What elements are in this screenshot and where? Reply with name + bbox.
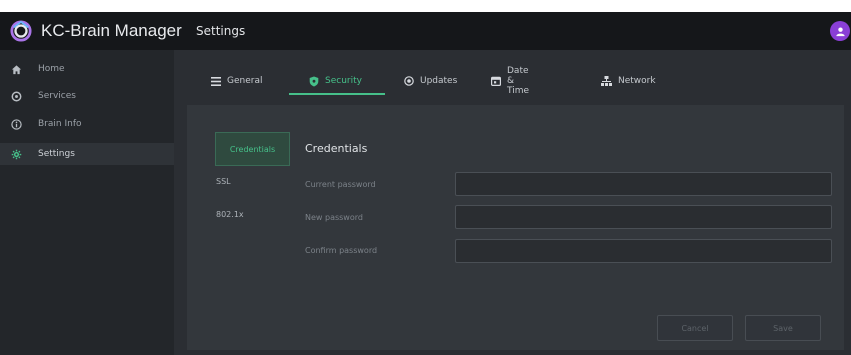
- sidebar-item-settings[interactable]: Settings: [0, 143, 174, 165]
- new-password-input[interactable]: [455, 205, 832, 229]
- save-button[interactable]: Save: [745, 315, 821, 341]
- current-password-label: Current password: [305, 180, 376, 189]
- tab-label: General: [227, 76, 263, 86]
- tab-updates[interactable]: Updates: [404, 66, 457, 96]
- sidebar-item-label: Services: [38, 91, 76, 101]
- settings-icon: [10, 148, 22, 160]
- tab-network[interactable]: Network: [601, 66, 656, 96]
- tab-label: Date & Time: [507, 66, 530, 96]
- top-bar: KC-Brain Manager Settings: [0, 12, 851, 50]
- sidebar-item-brain-info[interactable]: Brain Info: [0, 113, 174, 135]
- subnav-8021x[interactable]: 802.1x: [216, 210, 244, 219]
- current-password-input[interactable]: [455, 172, 832, 196]
- subnav-ssl[interactable]: SSL: [216, 177, 231, 186]
- brand[interactable]: KC-Brain Manager: [10, 12, 182, 50]
- tab-label: Updates: [420, 76, 458, 86]
- tab-date-time[interactable]: Date & Time: [491, 66, 529, 96]
- main-content: General Security Updates Date & Time Net…: [174, 50, 851, 355]
- security-panel: Credentials SSL 802.1x Credentials Curre…: [187, 105, 844, 350]
- app-title: KC-Brain Manager: [41, 21, 182, 40]
- sidebar: Home Services Brain Info Settings: [0, 50, 174, 355]
- list-icon: [211, 76, 221, 86]
- calendar-icon: [491, 76, 501, 86]
- tab-general[interactable]: General: [211, 66, 262, 96]
- active-tab-indicator: [289, 93, 385, 95]
- info-icon: [10, 118, 22, 130]
- tab-label: Security: [325, 76, 362, 86]
- sidebar-item-label: Settings: [38, 149, 75, 159]
- confirm-password-input[interactable]: [455, 239, 832, 263]
- sidebar-item-services[interactable]: Services: [0, 85, 174, 107]
- sidebar-item-label: Home: [38, 64, 65, 74]
- update-icon: [404, 76, 414, 86]
- sidebar-item-label: Brain Info: [38, 119, 82, 129]
- confirm-password-label: Confirm password: [305, 246, 378, 255]
- tab-security[interactable]: Security: [309, 66, 362, 96]
- page-title: Settings: [196, 24, 246, 38]
- home-icon: [10, 63, 22, 75]
- services-icon: [10, 90, 22, 102]
- avatar[interactable]: [830, 21, 850, 41]
- tab-label: Network: [618, 76, 656, 86]
- network-icon: [601, 76, 612, 86]
- cancel-button[interactable]: Cancel: [657, 315, 733, 341]
- shield-icon: [309, 76, 319, 87]
- new-password-label: New password: [305, 213, 363, 222]
- subnav-credentials[interactable]: Credentials: [215, 132, 290, 166]
- section-title: Credentials: [305, 142, 368, 155]
- logo-icon: [10, 20, 32, 42]
- sidebar-item-home[interactable]: Home: [0, 58, 174, 80]
- user-icon: [835, 26, 845, 36]
- app-window: KC-Brain Manager Settings Home Services: [0, 12, 851, 355]
